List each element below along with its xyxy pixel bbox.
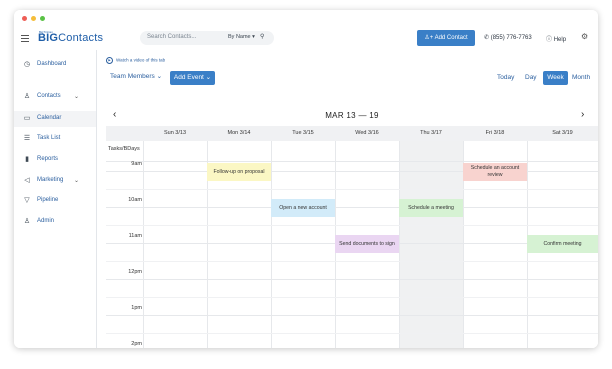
- sidebar-item-pipeline[interactable]: ▽ Pipeline: [14, 193, 96, 209]
- half-hour-line: [106, 225, 598, 226]
- sidebar-item-marketing[interactable]: ◁ Marketing ⌄: [14, 173, 96, 189]
- calendar-event[interactable]: Send documents to sign: [335, 235, 399, 253]
- day-header[interactable]: Sat 3/19: [527, 126, 598, 141]
- half-hour-line: [106, 333, 598, 334]
- logo-text: BIGContacts: [38, 32, 104, 44]
- sidebar-nav: ◷ Dashboard ♙ Contacts ⌄ ▭ Calendar ☰ Task List ▮…: [14, 50, 97, 348]
- half-hour-line: [106, 261, 598, 262]
- window-titlebar: [14, 10, 598, 30]
- search-by-dropdown[interactable]: By Name ▾: [228, 34, 255, 40]
- add-person-icon: ♙+: [424, 35, 434, 41]
- sidebar-item-task-list[interactable]: ☰ Task List: [14, 131, 96, 147]
- people-icon: ♙: [23, 218, 31, 225]
- sidebar-item-contacts[interactable]: ♙ Contacts ⌄: [14, 89, 96, 105]
- column-divider: [399, 141, 400, 348]
- time-label: 11am: [128, 233, 142, 239]
- watch-video-link[interactable]: ▶ Watch a video of this tab: [106, 57, 165, 64]
- day-header[interactable]: Thu 3/17: [399, 126, 463, 141]
- month-view-button[interactable]: Month: [572, 74, 590, 81]
- calendar-event[interactable]: Schedule a meeting: [399, 199, 463, 217]
- tasks-row-divider: [106, 161, 598, 162]
- time-label: 9am: [131, 161, 142, 167]
- chevron-down-icon[interactable]: ⌄: [74, 93, 79, 100]
- calendar-header: ‹ MAR 13 — 19 ›: [106, 107, 598, 125]
- search-input[interactable]: Search Contacts...: [147, 34, 196, 40]
- week-grid: Sun 3/13 Mon 3/14 Tue 3/15 Wed 3/16 Thu 3/17…: [106, 126, 598, 348]
- close-window-dot[interactable]: [22, 16, 27, 21]
- day-header[interactable]: Sun 3/13: [143, 126, 207, 141]
- search-bar[interactable]: Search Contacts... By Name ▾ ⚲: [140, 31, 274, 45]
- sidebar-item-label: Task List: [37, 135, 61, 141]
- column-divider: [271, 141, 272, 348]
- half-hour-line: [106, 297, 598, 298]
- team-members-dropdown[interactable]: Team Members ⌄: [110, 72, 162, 80]
- tasks-bdays-label: Tasks/BDays: [108, 146, 140, 152]
- sidebar-item-label: Contacts: [37, 93, 61, 99]
- calendar-event[interactable]: Confirm meeting: [527, 235, 598, 253]
- sidebar-item-label: Calendar: [37, 115, 62, 121]
- settings-gear-icon[interactable]: ⚙: [581, 32, 588, 41]
- add-contact-button[interactable]: ♙+ Add Contact: [417, 30, 475, 46]
- sidebar-item-reports[interactable]: ▮ Reports: [14, 152, 96, 168]
- dashboard-icon: ◷: [23, 61, 31, 68]
- next-week-chevron-icon[interactable]: ›: [581, 109, 584, 120]
- sidebar-item-label: Dashboard: [37, 61, 67, 67]
- day-header[interactable]: Mon 3/14: [207, 126, 271, 141]
- phone-link[interactable]: ✆ (855) 776-7763: [484, 34, 532, 41]
- sidebar-item-label: Admin: [37, 218, 55, 224]
- person-icon: ♙: [23, 93, 31, 100]
- half-hour-line: [106, 189, 598, 190]
- megaphone-icon: ◁: [24, 177, 30, 184]
- day-view-button[interactable]: Day: [525, 74, 537, 81]
- time-label: 12pm: [128, 269, 142, 275]
- time-label: 2pm: [131, 341, 142, 347]
- today-button[interactable]: Today: [497, 74, 514, 81]
- play-icon: ▶: [106, 57, 113, 64]
- day-header[interactable]: Fri 3/18: [463, 126, 527, 141]
- bar-chart-icon: ▮: [25, 156, 29, 163]
- help-label: Help: [553, 37, 567, 43]
- sidebar-item-label: Pipeline: [37, 197, 59, 203]
- sidebar-item-label: Reports: [37, 156, 59, 162]
- phone-icon: ✆: [484, 35, 490, 41]
- add-event-button[interactable]: Add Event ⌄: [170, 71, 215, 85]
- help-link[interactable]: ⓘ Help: [546, 34, 566, 43]
- app-window: BigTinCan BIGContacts Search Contacts...…: [14, 10, 598, 348]
- calendar-event[interactable]: Follow-up on proposal: [207, 163, 271, 181]
- hamburger-menu-icon[interactable]: [21, 35, 29, 42]
- sidebar-item-dashboard[interactable]: ◷ Dashboard: [14, 57, 96, 73]
- time-label: 1pm: [131, 305, 142, 311]
- hour-line: [106, 279, 598, 280]
- help-icon: ⓘ: [546, 37, 553, 43]
- column-divider: [143, 141, 144, 348]
- sidebar-item-admin[interactable]: ♙ Admin: [14, 214, 96, 230]
- week-view-button[interactable]: Week: [543, 71, 568, 85]
- list-icon: ☰: [23, 135, 31, 142]
- time-label: 10am: [128, 197, 142, 203]
- calendar-icon: ▭: [23, 115, 31, 122]
- hour-line: [106, 207, 598, 208]
- calendar-event[interactable]: Schedule an account review: [463, 163, 527, 181]
- hour-line: [106, 315, 598, 316]
- chevron-down-icon[interactable]: ⌄: [74, 177, 79, 184]
- top-navbar: BigTinCan BIGContacts Search Contacts...…: [14, 30, 598, 49]
- day-header[interactable]: Wed 3/16: [335, 126, 399, 141]
- add-contact-label: Add Contact: [434, 35, 468, 41]
- sidebar-item-calendar[interactable]: ▭ Calendar: [14, 111, 96, 127]
- minimize-window-dot[interactable]: [31, 16, 36, 21]
- funnel-icon: ▽: [24, 197, 30, 204]
- day-header[interactable]: Tue 3/15: [271, 126, 335, 141]
- calendar-main: ▶ Watch a video of this tab Team Members …: [97, 50, 598, 348]
- maximize-window-dot[interactable]: [40, 16, 45, 21]
- date-range-title: MAR 13 — 19: [325, 111, 379, 120]
- calendar-event[interactable]: Open a new account: [271, 199, 335, 217]
- search-icon[interactable]: ⚲: [260, 33, 264, 40]
- watch-video-label: Watch a video of this tab: [116, 57, 166, 63]
- phone-number: (855) 776-7763: [490, 35, 532, 41]
- sidebar-item-label: Marketing: [37, 177, 64, 183]
- today-column-shade: [399, 141, 463, 348]
